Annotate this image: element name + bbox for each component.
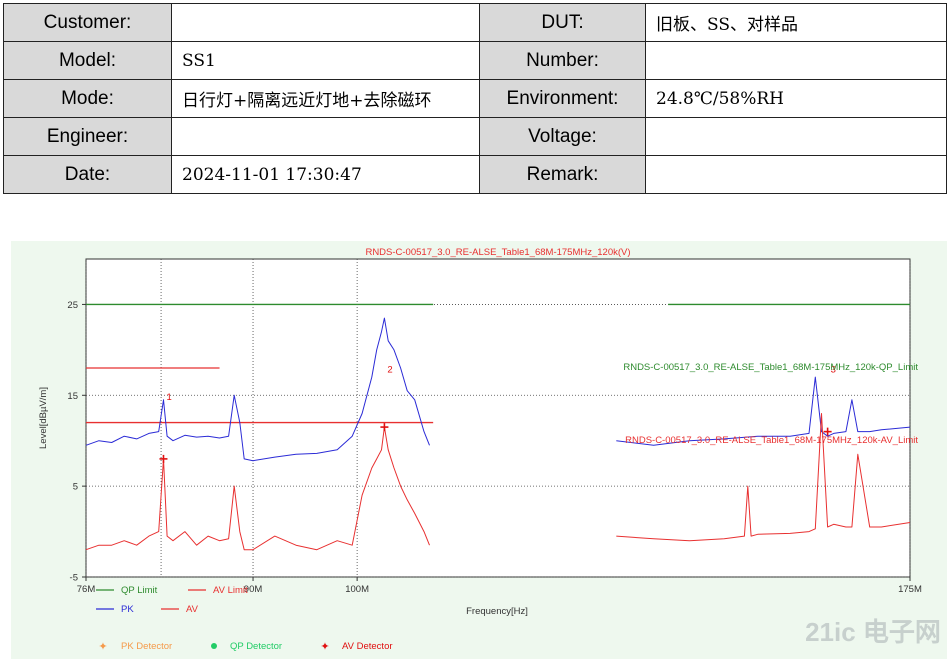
pk-detector-icon: ✦ (98, 641, 107, 653)
plot-area (85, 258, 911, 578)
voltage-label: Voltage: (479, 117, 646, 156)
y-tick-label-5: 5 (73, 482, 78, 493)
qp-limit-annotation: RNDS-C-00517_3.0_RE-ALSE_Table1_68M-175M… (623, 362, 918, 373)
number-label: Number: (479, 41, 646, 80)
av-limit-annotation: RNDS-C-00517_3.0_RE-ALSE_Table1_68M-175M… (625, 435, 918, 446)
chart-title: RNDS-C-00517_3.0_RE-ALSE_Table1_68M-175M… (365, 247, 630, 258)
environment-value: 24.8℃/58%RH (645, 79, 947, 118)
engineer-label: Engineer: (3, 117, 172, 156)
dut-label: DUT: (479, 3, 646, 42)
qp-detector-icon (211, 643, 217, 649)
info-table: Customer: DUT: 旧板、SS、对样品 Model: SS1 Numb… (3, 3, 947, 194)
info-row-mode: Mode: 日行灯+隔离远近灯地+去除磁环 Environment: 24.8℃… (3, 79, 947, 118)
y-tick-label-25: 25 (67, 300, 78, 311)
legend-label-pk-detector: PK Detector (121, 641, 172, 652)
legend-label-qp-detector: QP Detector (230, 641, 282, 652)
environment-label: Environment: (479, 79, 646, 118)
engineer-value (171, 117, 480, 156)
customer-value (171, 3, 480, 42)
marker-label-2: 2 (387, 365, 392, 376)
number-value (645, 41, 947, 80)
x-tick-label-100: 100M (345, 584, 369, 595)
info-row-engineer: Engineer: Voltage: (3, 117, 947, 156)
chart-panel: 123 76M 90M 100M 175M -5 5 15 25 RNDS-C-00517_3… (11, 241, 947, 659)
model-value: SS1 (171, 41, 480, 80)
info-row-date: Date: 2024-11-01 17:30:47 Remark: (3, 155, 947, 194)
info-row-model: Model: SS1 Number: (3, 41, 947, 80)
customer-label: Customer: (3, 3, 172, 42)
remark-label: Remark: (479, 155, 646, 194)
mode-value: 日行灯+隔离远近灯地+去除磁环 (171, 79, 480, 118)
dut-value: 旧板、SS、对样品 (645, 3, 947, 42)
legend-label-av-limit: AV Limit (213, 585, 248, 596)
model-label: Model: (3, 41, 172, 80)
remark-value (645, 155, 947, 194)
legend-label-qp-limit: QP Limit (121, 585, 158, 596)
x-axis-label: Frequency[Hz] (466, 606, 528, 617)
y-axis-label: Level[dBµV/m] (38, 387, 49, 449)
mode-label: Mode: (3, 79, 172, 118)
legend-label-av-detector: AV Detector (342, 641, 393, 652)
emission-chart: 12 3 76M 90M 100M 175M-551525 RNDS-C-00517_3… (38, 247, 941, 653)
y-tick-label--5: -5 (70, 573, 78, 584)
legend-label-av: AV (186, 604, 199, 615)
x-tick-label-76: 76M (77, 584, 96, 595)
watermark-text: 21ic 电子网 (805, 617, 941, 647)
voltage-value (645, 117, 947, 156)
info-row-customer: Customer: DUT: 旧板、SS、对样品 (3, 3, 947, 42)
date-value: 2024-11-01 17:30:47 (171, 155, 480, 194)
y-tick-label-15: 15 (67, 391, 78, 402)
watermark-logo: 21ic 电子网 (805, 617, 941, 647)
legend: QP Limit AV Limit PK AV ✦ PK Detector QP… (96, 585, 393, 653)
marker-label-1: 1 (166, 392, 171, 403)
x-tick-label-175: 175M (898, 584, 922, 595)
legend-label-pk: PK (121, 604, 134, 615)
av-detector-icon: ✦ (320, 641, 329, 653)
date-label: Date: (3, 155, 172, 194)
